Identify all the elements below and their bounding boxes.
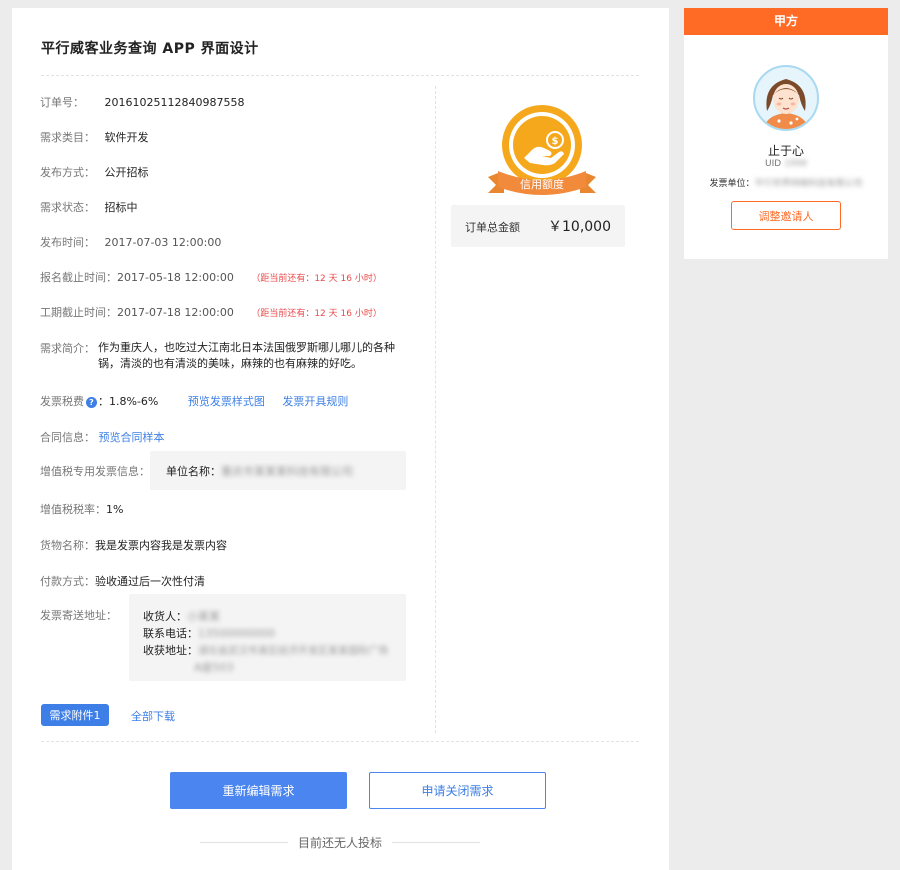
avatar xyxy=(753,65,819,131)
vat-company-line: 单位名称：重庆市某某某科技有限公司 xyxy=(166,463,353,479)
address-value-2: A座503 xyxy=(194,661,234,674)
svg-text:$: $ xyxy=(552,136,559,147)
goods-name-value: 我是发票内容我是发票内容 xyxy=(95,539,227,552)
status-row: 需求状态： 招标中 xyxy=(40,199,138,215)
publish-method-label: 发布方式： xyxy=(40,166,95,179)
contract-label: 合同信息： xyxy=(40,431,95,444)
uid-value: 1998 xyxy=(784,159,807,169)
close-request-button[interactable]: 申请关闭需求 xyxy=(369,772,546,809)
divider-top xyxy=(41,75,639,76)
vat-company-value: 重庆市某某某科技有限公司 xyxy=(221,465,353,478)
goods-name-row: 货物名称：我是发票内容我是发票内容 xyxy=(40,537,227,553)
client-panel-header: 甲方 xyxy=(684,8,888,35)
vat-info-label: 增值税专用发票信息： xyxy=(40,465,150,478)
signup-deadline-value: 2017-05-18 12:00:00 xyxy=(117,271,234,284)
main-panel: 平行威客业务查询 APP 界面设计 订单号： 20161025112840987… xyxy=(12,8,669,870)
category-label: 需求类目： xyxy=(40,131,95,144)
credit-badge: $ 信用额度 xyxy=(488,105,596,195)
user-company: 发票单位：平行世界网络科技有限公司 xyxy=(684,176,888,189)
preview-contract-link[interactable]: 预览合同样本 xyxy=(99,431,165,444)
address-line-2: A座503 xyxy=(194,659,234,675)
description-text: 作为重庆人，也吃过大江南北日本法国俄罗斯哪儿哪儿的各种锅，清淡的也有清淡的美味，… xyxy=(98,341,395,370)
work-deadline-value: 2017-07-18 12:00:00 xyxy=(117,306,234,319)
recipient-line: 收货人：小某某 xyxy=(143,608,220,624)
user-uid: UID 1998 xyxy=(684,159,888,169)
client-panel: 甲方 止于心 UID 1998 发票单位：平行世界网络科技有限公司 调整邀请人 xyxy=(684,8,888,259)
re-edit-button[interactable]: 重新编辑需求 xyxy=(170,772,347,809)
vat-rate-label: 增值税税率： xyxy=(40,503,106,516)
category-row: 需求类目： 软件开发 xyxy=(40,129,149,145)
address-value-1: 湖北省武汉市某区经济开发区某某国际广场 xyxy=(198,646,388,657)
category-value: 软件开发 xyxy=(104,131,149,144)
help-icon[interactable]: ? xyxy=(86,397,97,408)
vat-info-box: 单位名称：重庆市某某某科技有限公司 xyxy=(150,451,406,490)
divider-vertical xyxy=(435,86,436,733)
tax-row: 发票税费? ：1.8%-6% 预览发票样式图 发票开具规则 xyxy=(40,393,348,409)
download-all-link[interactable]: 全部下载 xyxy=(131,708,175,724)
company-value: 平行世界网络科技有限公司 xyxy=(754,179,863,189)
status-label: 需求状态： xyxy=(40,201,95,214)
preview-invoice-link[interactable]: 预览发票样式图 xyxy=(188,395,265,408)
adjust-inviter-button[interactable]: 调整邀请人 xyxy=(731,201,841,230)
work-deadline-note: （距当前还有：12 天 16 小时） xyxy=(251,309,382,319)
work-deadline-row: 工期截止时间：2017-07-18 12:00:00 （距当前还有：12 天 1… xyxy=(40,304,382,320)
invoice-address-label: 发票寄送地址： xyxy=(40,609,117,622)
order-no-label: 订单号： xyxy=(40,96,84,109)
badge-label: 信用额度 xyxy=(520,177,564,191)
recipient-value: 小某某 xyxy=(187,610,220,623)
attachment-button[interactable]: 需求附件1 xyxy=(41,704,109,726)
divider-bottom xyxy=(41,741,639,742)
uid-label: UID xyxy=(765,159,782,169)
description-label-row: 需求简介： xyxy=(40,340,95,356)
invoice-rules-link[interactable]: 发票开具规则 xyxy=(282,395,348,408)
signup-deadline-note: （距当前还有：12 天 16 小时） xyxy=(251,274,382,284)
payment-row: 付款方式：验收通过后一次性付清 xyxy=(40,573,205,589)
amount-value: ￥10,000 xyxy=(548,219,611,235)
signup-deadline-label: 报名截止时间： xyxy=(40,271,117,284)
phone-line: 联系电话：13500000000 xyxy=(143,625,275,641)
invoice-address-row: 发票寄送地址： xyxy=(40,607,117,623)
amount-box: 订单总金额 ￥10,000 xyxy=(451,205,625,247)
vat-company-label: 单位名称： xyxy=(166,465,221,478)
status-value: 招标中 xyxy=(104,201,138,214)
publish-time-row: 发布时间： 2017-07-03 12:00:00 xyxy=(40,234,221,250)
amount-label: 订单总金额 xyxy=(465,221,520,234)
publish-time-value: 2017-07-03 12:00:00 xyxy=(104,236,222,249)
tax-value: ：1.8%-6% xyxy=(98,395,159,408)
order-no-row: 订单号： 20161025112840987558 xyxy=(40,94,244,110)
publish-method-row: 发布方式： 公开招标 xyxy=(40,164,149,180)
work-deadline-label: 工期截止时间： xyxy=(40,306,117,319)
order-no-value: 20161025112840987558 xyxy=(104,96,245,109)
address-label: 收获地址： xyxy=(143,644,198,657)
phone-label: 联系电话： xyxy=(143,627,198,640)
user-name: 止于心 xyxy=(767,144,804,158)
vat-rate-row: 增值税税率：1% xyxy=(40,501,123,517)
invoice-address-box: 收货人：小某某 联系电话：13500000000 收获地址：湖北省武汉市某区经济… xyxy=(129,594,406,681)
payment-value: 验收通过后一次性付清 xyxy=(95,575,205,588)
no-bid-notice: 目前还无人投标 xyxy=(200,834,480,850)
publish-time-label: 发布时间： xyxy=(40,236,95,249)
address-line: 收获地址：湖北省武汉市某区经济开发区某某国际广场 xyxy=(143,642,388,658)
recipient-label: 收货人： xyxy=(143,610,187,623)
tax-label: 发票税费 xyxy=(40,395,84,408)
company-label: 发票单位： xyxy=(709,179,755,189)
signup-deadline-row: 报名截止时间：2017-05-18 12:00:00 （距当前还有：12 天 1… xyxy=(40,269,382,285)
publish-method-value: 公开招标 xyxy=(104,166,149,179)
phone-value: 13500000000 xyxy=(198,627,275,640)
payment-label: 付款方式： xyxy=(40,575,95,588)
page-title: 平行威客业务查询 APP 界面设计 xyxy=(41,41,259,57)
no-bid-text: 目前还无人投标 xyxy=(297,836,382,850)
vat-info-row: 增值税专用发票信息： xyxy=(40,463,150,479)
goods-name-label: 货物名称： xyxy=(40,539,95,552)
description-label: 需求简介： xyxy=(40,342,95,355)
contract-row: 合同信息： 预览合同样本 xyxy=(40,429,165,445)
vat-rate-value: 1% xyxy=(106,503,124,516)
